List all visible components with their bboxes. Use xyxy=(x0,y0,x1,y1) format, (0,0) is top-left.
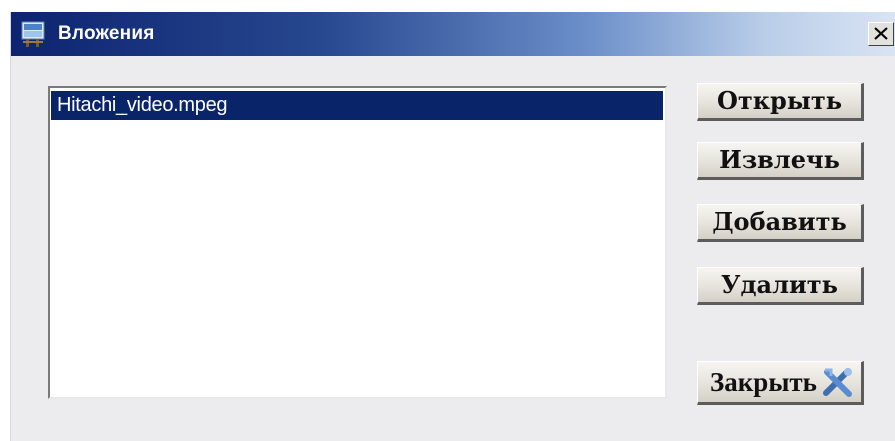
list-item[interactable]: Hitachi_video.mpeg xyxy=(51,91,663,120)
close-button-label: Закрыть xyxy=(710,367,817,397)
attachments-list[interactable]: Hitachi_video.mpeg xyxy=(48,86,667,399)
title-close-button[interactable] xyxy=(868,22,894,46)
add-button[interactable]: Добавить xyxy=(697,204,864,242)
delete-button[interactable]: Удалить xyxy=(697,267,864,305)
attachments-dialog: Вложения Hitachi_video.mpeg Открыть Извл… xyxy=(10,12,895,441)
attachments-app-icon xyxy=(21,21,46,48)
open-button[interactable]: Открыть xyxy=(697,83,864,121)
tools-cross-icon xyxy=(821,366,855,400)
window-title: Вложения xyxy=(58,23,155,44)
title-bar[interactable]: Вложения xyxy=(11,12,895,56)
close-button[interactable]: Закрыть xyxy=(697,361,864,405)
extract-button[interactable]: Извлечь xyxy=(697,142,864,180)
attachment-filename: Hitachi_video.mpeg xyxy=(57,94,228,116)
